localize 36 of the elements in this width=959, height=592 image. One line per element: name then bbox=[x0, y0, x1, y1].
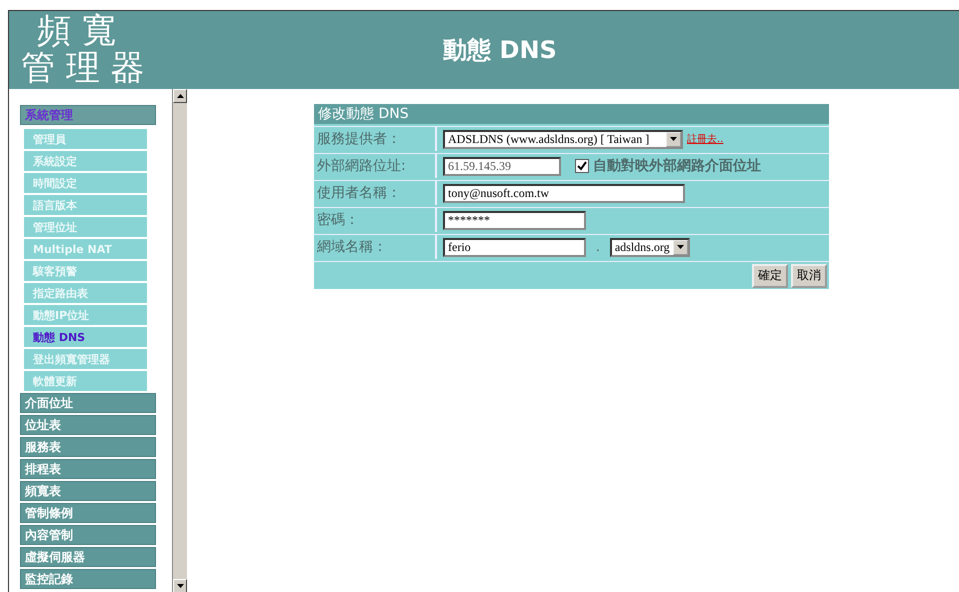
page-title: 動態 DNS bbox=[442, 35, 558, 66]
dropdown-button[interactable] bbox=[672, 240, 688, 254]
field-label: 網域名稱： bbox=[314, 235, 437, 259]
dropdown-button[interactable] bbox=[666, 132, 681, 146]
field-label: 使用者名稱： bbox=[314, 181, 437, 205]
sidebar-item[interactable]: 動態 DNS bbox=[24, 327, 147, 347]
scroll-down-icon bbox=[176, 584, 184, 588]
register-link[interactable]: 註冊去.. bbox=[687, 132, 724, 146]
scroll-up-icon bbox=[176, 94, 184, 98]
sidebar-group[interactable]: 虛擬伺服器 bbox=[20, 547, 156, 567]
field-label: 密碼： bbox=[314, 208, 437, 232]
password-field[interactable]: ******* bbox=[443, 210, 586, 230]
sidebar-group[interactable]: 排程表 bbox=[20, 459, 156, 479]
sidebar-group[interactable]: 內容管制 bbox=[20, 525, 156, 545]
dot-separator: . bbox=[595, 240, 601, 254]
logo: 頻 寬 管 理 器 bbox=[20, 13, 146, 87]
sidebar-group[interactable]: 位址表 bbox=[20, 415, 156, 435]
checkbox-label: 自動對映外部網路介面位址 bbox=[593, 157, 761, 175]
field-label: 服務提供者： bbox=[314, 127, 437, 151]
form-title: 修改動態 DNS bbox=[314, 104, 829, 124]
sidebar-group[interactable]: 頻寬表 bbox=[20, 481, 156, 501]
sidebar-group[interactable]: 系統管理 bbox=[20, 105, 156, 125]
sidebar-group[interactable]: 監控記錄 bbox=[20, 569, 156, 589]
field-label: 外部網路位址: bbox=[314, 154, 437, 178]
action-button[interactable]: 取消 bbox=[791, 264, 827, 288]
domain-field[interactable]: ferio bbox=[443, 238, 586, 256]
username-field[interactable]: tony@nusoft.com.tw bbox=[443, 184, 685, 202]
scroll-down-icon bbox=[670, 137, 677, 141]
action-button[interactable]: 確定 bbox=[752, 264, 788, 288]
sidebar-group[interactable]: 介面位址 bbox=[20, 393, 156, 413]
provider-select[interactable]: ADSLDNS (www.adsldns.org) [ Taiwan ] bbox=[443, 130, 683, 148]
suffix-select[interactable]: adsldns.org bbox=[610, 238, 690, 256]
sidebar-group[interactable]: 服務表 bbox=[20, 437, 156, 457]
sidebar-group[interactable]: 管制條例 bbox=[20, 503, 156, 523]
scrollbar[interactable] bbox=[172, 89, 187, 592]
scroll-down-icon bbox=[676, 245, 684, 249]
